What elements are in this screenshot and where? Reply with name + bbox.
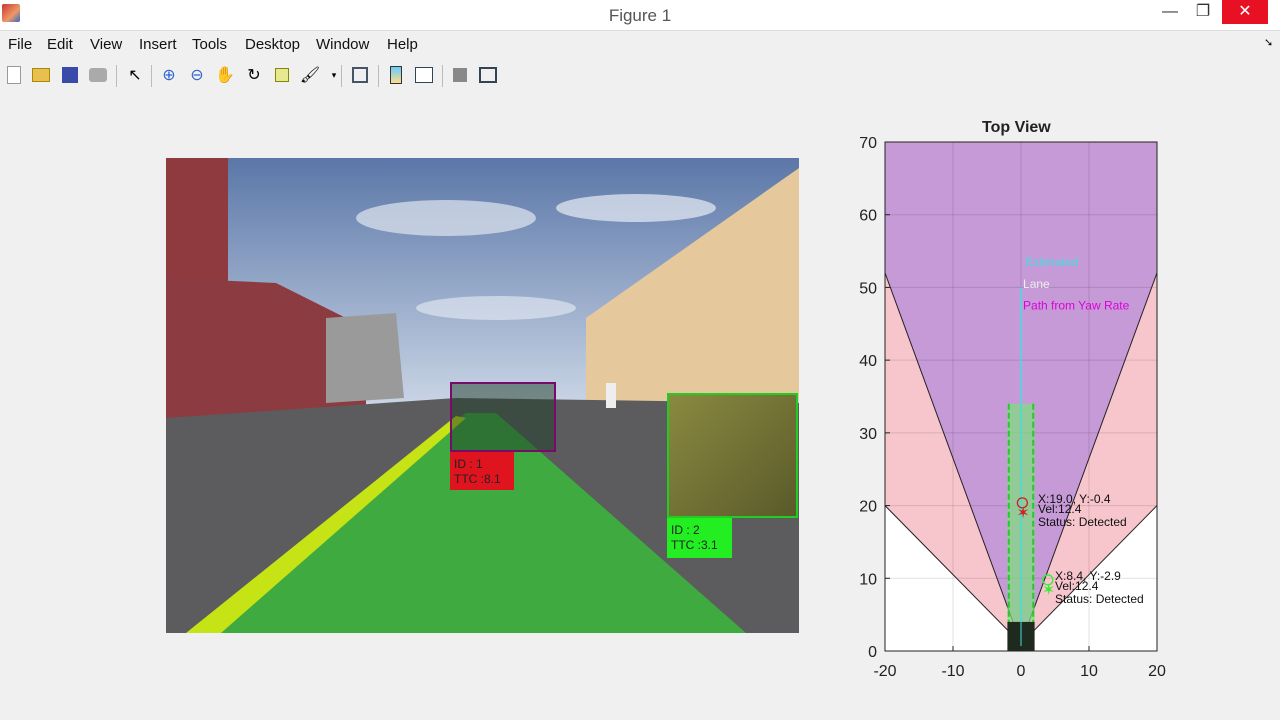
y-tick-label: 50 [859,280,877,297]
y-tick-label: 30 [859,426,877,443]
x-tick-label: -20 [873,663,896,680]
y-tick-label: 0 [868,644,877,661]
y-tick-label: 20 [859,499,877,516]
track-label: Vel:12.4 [1038,502,1082,516]
track-label: Status: Detected [1055,592,1144,606]
x-tick-label: 10 [1080,663,1098,680]
legend-entry: Lane [1023,277,1050,291]
x-tick-label: -10 [941,663,964,680]
track-label: Status: Detected [1038,515,1127,529]
x-tick-label: 0 [1017,663,1026,680]
y-tick-label: 10 [859,571,877,588]
legend-entry: Estimated [1025,255,1078,269]
y-tick-label: 40 [859,353,877,370]
x-tick-label: 20 [1148,663,1166,680]
y-tick-label: 60 [859,208,877,225]
top-view-plot: ✶X:19.0, Y:-0.4Vel:12.4Status: Detected✶… [859,135,1166,680]
track-star: ✶ [1016,505,1029,522]
y-tick-label: 70 [859,135,877,152]
legend-entry: Path from Yaw Rate [1023,299,1130,313]
track-star: ✶ [1042,582,1055,599]
track-label: Vel:12.4 [1055,579,1099,593]
